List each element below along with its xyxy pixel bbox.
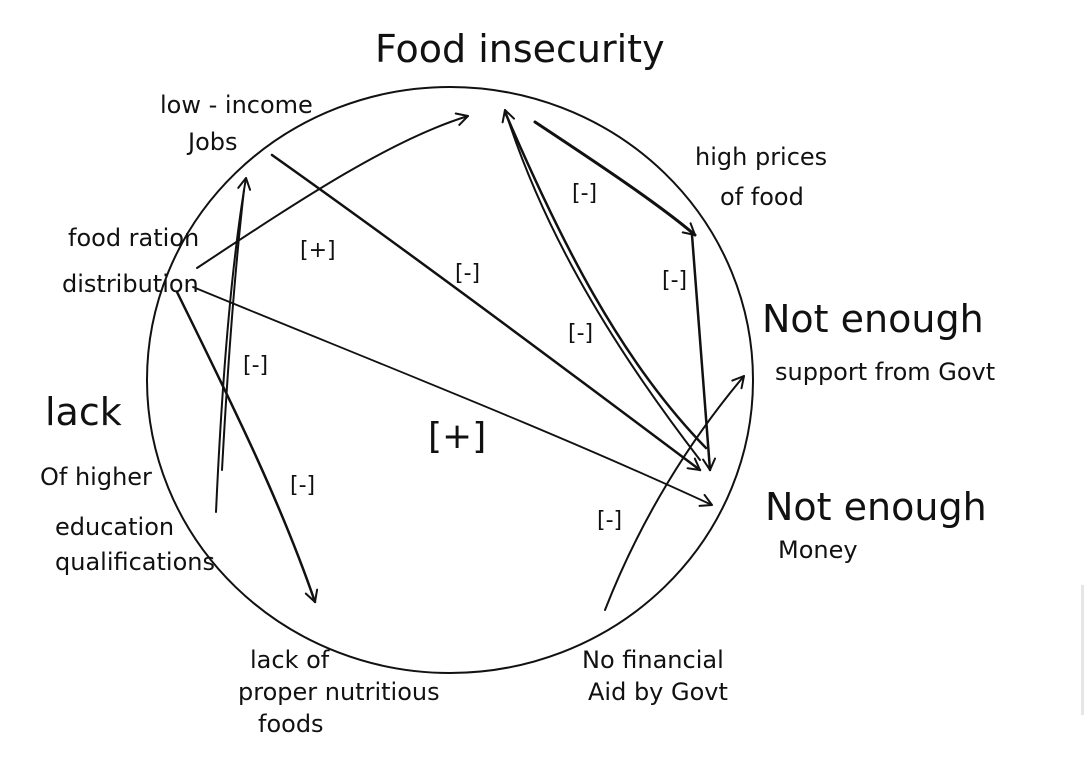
sign-low-income-jobs-to-not-enough-money: [-] — [455, 261, 480, 286]
node-high-prices-line-2: of food — [720, 183, 804, 211]
node-food-ration-line-1: food ration — [68, 224, 199, 252]
node-lack-education-line-2: Of higher — [40, 463, 152, 491]
node-low-income-jobs-line-2: Jobs — [186, 128, 238, 156]
node-lack-nutritious-line-1: lack of — [250, 646, 330, 674]
node-high-prices: high prices of food — [695, 143, 827, 211]
sign-lack-education-to-low-income-jobs: [-] — [243, 353, 268, 378]
sign-food-ration-to-not-enough-money: [+] — [428, 416, 486, 457]
node-lack-nutritious-line-3: foods — [258, 710, 324, 738]
node-not-enough-money: Not enough Money — [765, 485, 987, 564]
node-not-enough-support-line-2: support from Govt — [775, 358, 995, 386]
nodes: Food insecurity low - income Jobs high p… — [40, 27, 995, 738]
sign-not-enough-money-to-food-insecurity: [-] — [568, 321, 593, 346]
node-food-ration: food ration distribution — [62, 224, 199, 298]
node-food-insecurity-line-1: Food insecurity — [375, 27, 665, 71]
node-not-enough-support: Not enough support from Govt — [762, 297, 995, 386]
edge-lack-education-to-low-income-jobs-stroke2 — [221, 189, 245, 471]
node-lack-education-line-3: education — [55, 513, 174, 541]
sign-no-financial-aid-to-not-enough-support: [-] — [597, 508, 622, 533]
edge-signs: [+] [-] [-] [-] [-] [-] [+] [-] [-] — [243, 181, 687, 533]
node-lack-nutritious-line-2: proper nutritious — [238, 678, 440, 706]
node-no-financial-aid: No financial Aid by Govt — [582, 646, 728, 706]
edge-lack-education-to-low-income-jobs — [215, 177, 252, 513]
node-lack-education-line-1: lack — [45, 390, 122, 434]
node-no-financial-aid-line-1: No financial — [582, 646, 724, 674]
node-not-enough-money-line-2: Money — [778, 536, 858, 564]
node-low-income-jobs: low - income Jobs — [160, 91, 313, 156]
node-lack-nutritious: lack of proper nutritious foods — [238, 646, 440, 738]
node-not-enough-money-line-1: Not enough — [765, 485, 987, 529]
sign-food-ration-to-food-insecurity: [+] — [300, 238, 336, 263]
node-food-insecurity: Food insecurity — [375, 27, 665, 71]
sign-high-prices-to-not-enough-money: [-] — [662, 268, 687, 293]
loop-circle — [146, 86, 754, 674]
node-low-income-jobs-line-1: low - income — [160, 91, 313, 119]
causal-loop-diagram: [+] [-] [-] [-] [-] [-] [+] [-] [-] Food… — [40, 27, 995, 738]
node-food-ration-line-2: distribution — [62, 270, 199, 298]
node-no-financial-aid-line-2: Aid by Govt — [588, 678, 728, 706]
sign-food-ration-to-lack-nutritious: [-] — [290, 473, 315, 498]
node-lack-education: lack Of higher education qualifications — [40, 390, 215, 576]
sign-food-insecurity-to-high-prices: [-] — [572, 181, 597, 206]
edge-food-ration-to-not-enough-money — [192, 286, 713, 507]
node-lack-education-line-4: qualifications — [55, 548, 215, 576]
node-not-enough-support-line-1: Not enough — [762, 297, 984, 341]
node-high-prices-line-1: high prices — [695, 143, 827, 171]
